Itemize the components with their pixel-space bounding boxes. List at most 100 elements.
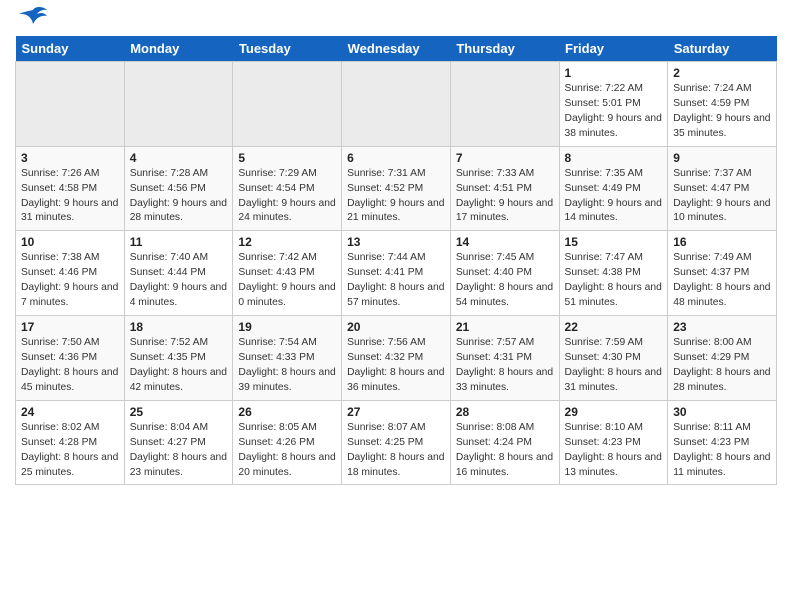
calendar-week-2: 10 Sunrise: 7:38 AM Sunset: 4:46 PM Dayli… [16,231,777,316]
calendar-cell: 22Sunrise: 7:59 AM Sunset: 4:30 PM Dayli… [559,316,668,401]
day-info: Sunrise: 7:31 AM Sunset: 4:52 PM Dayligh… [347,167,445,227]
calendar-cell: 15 Sunrise: 7:47 AM Sunset: 4:38 PM Dayli… [559,231,668,316]
calendar-cell [450,62,559,147]
calendar-cell: 3 Sunrise: 7:26 AM Sunset: 4:58 PM Daylig… [16,146,125,231]
day-number: 18 [130,320,228,334]
day-number: 6 [347,151,445,165]
day-number: 1 [565,66,663,80]
day-number: 30 [673,405,771,419]
calendar-cell: 11Sunrise: 7:40 AM Sunset: 4:44 PM Dayli… [124,231,233,316]
day-number: 12 [238,235,336,249]
day-number: 3 [21,151,119,165]
calendar-cell: 9 Sunrise: 7:37 AM Sunset: 4:47 PM Daylig… [668,146,777,231]
calendar-cell: 14 Sunrise: 7:45 AM Sunset: 4:40 PM Dayli… [450,231,559,316]
day-info: Sunrise: 7:59 AM Sunset: 4:30 PM Dayligh… [565,336,663,396]
day-number: 20 [347,320,445,334]
day-number: 11 [130,235,228,249]
calendar-cell: 19 Sunrise: 7:54 AM Sunset: 4:33 PM Dayli… [233,316,342,401]
weekday-header-tuesday: Tuesday [233,36,342,62]
calendar-week-1: 3 Sunrise: 7:26 AM Sunset: 4:58 PM Daylig… [16,146,777,231]
day-info: Sunrise: 7:35 AM Sunset: 4:49 PM Dayligh… [565,167,663,227]
day-number: 13 [347,235,445,249]
calendar-cell: 8 Sunrise: 7:35 AM Sunset: 4:49 PM Daylig… [559,146,668,231]
weekday-header-friday: Friday [559,36,668,62]
day-number: 21 [456,320,554,334]
day-info: Sunrise: 7:29 AM Sunset: 4:54 PM Dayligh… [238,167,336,227]
day-number: 23 [673,320,771,334]
calendar-cell: 30 Sunrise: 8:11 AM Sunset: 4:23 PM Dayli… [668,400,777,485]
day-number: 16 [673,235,771,249]
day-number: 4 [130,151,228,165]
day-number: 14 [456,235,554,249]
calendar-cell: 18 Sunrise: 7:52 AM Sunset: 4:35 PM Dayli… [124,316,233,401]
calendar-cell: 27 Sunrise: 8:07 AM Sunset: 4:25 PM Dayli… [342,400,451,485]
logo [15,10,47,28]
calendar-cell [124,62,233,147]
calendar-body: 1 Sunrise: 7:22 AM Sunset: 5:01 PM Daylig… [16,62,777,485]
calendar-cell: 10 Sunrise: 7:38 AM Sunset: 4:46 PM Dayli… [16,231,125,316]
calendar-cell: 24Sunrise: 8:02 AM Sunset: 4:28 PM Dayli… [16,400,125,485]
calendar-table: SundayMondayTuesdayWednesdayThursdayFrid… [15,36,777,485]
day-number: 7 [456,151,554,165]
calendar-cell [342,62,451,147]
calendar-cell: 5 Sunrise: 7:29 AM Sunset: 4:54 PM Daylig… [233,146,342,231]
day-number: 2 [673,66,771,80]
day-info: Sunrise: 7:52 AM Sunset: 4:35 PM Dayligh… [130,336,228,396]
calendar-cell: 29 Sunrise: 8:10 AM Sunset: 4:23 PM Dayli… [559,400,668,485]
day-info: Sunrise: 7:57 AM Sunset: 4:31 PM Dayligh… [456,336,554,396]
day-number: 19 [238,320,336,334]
day-number: 27 [347,405,445,419]
day-info: Sunrise: 8:10 AM Sunset: 4:23 PM Dayligh… [565,421,663,481]
header [15,10,777,28]
day-info: Sunrise: 8:05 AM Sunset: 4:26 PM Dayligh… [238,421,336,481]
day-info: Sunrise: 7:50 AM Sunset: 4:36 PM Dayligh… [21,336,119,396]
weekday-header-sunday: Sunday [16,36,125,62]
calendar-cell: 28Sunrise: 8:08 AM Sunset: 4:24 PM Dayli… [450,400,559,485]
day-info: Sunrise: 8:07 AM Sunset: 4:25 PM Dayligh… [347,421,445,481]
calendar-week-0: 1 Sunrise: 7:22 AM Sunset: 5:01 PM Daylig… [16,62,777,147]
weekday-header-wednesday: Wednesday [342,36,451,62]
calendar-cell: 4 Sunrise: 7:28 AM Sunset: 4:56 PM Daylig… [124,146,233,231]
calendar-cell: 1 Sunrise: 7:22 AM Sunset: 5:01 PM Daylig… [559,62,668,147]
day-number: 17 [21,320,119,334]
day-number: 26 [238,405,336,419]
day-info: Sunrise: 7:26 AM Sunset: 4:58 PM Dayligh… [21,167,119,227]
day-info: Sunrise: 8:00 AM Sunset: 4:29 PM Dayligh… [673,336,771,396]
day-number: 9 [673,151,771,165]
calendar-week-3: 17 Sunrise: 7:50 AM Sunset: 4:36 PM Dayli… [16,316,777,401]
day-info: Sunrise: 7:33 AM Sunset: 4:51 PM Dayligh… [456,167,554,227]
calendar-cell: 13 Sunrise: 7:44 AM Sunset: 4:41 PM Dayli… [342,231,451,316]
day-info: Sunrise: 7:38 AM Sunset: 4:46 PM Dayligh… [21,251,119,311]
day-info: Sunrise: 7:42 AM Sunset: 4:43 PM Dayligh… [238,251,336,311]
calendar-cell: 12 Sunrise: 7:42 AM Sunset: 4:43 PM Dayli… [233,231,342,316]
day-number: 29 [565,405,663,419]
day-info: Sunrise: 7:49 AM Sunset: 4:37 PM Dayligh… [673,251,771,311]
calendar-cell: 21 Sunrise: 7:57 AM Sunset: 4:31 PM Dayli… [450,316,559,401]
day-info: Sunrise: 7:54 AM Sunset: 4:33 PM Dayligh… [238,336,336,396]
calendar-cell: 2Sunrise: 7:24 AM Sunset: 4:59 PM Daylig… [668,62,777,147]
day-number: 5 [238,151,336,165]
day-info: Sunrise: 7:37 AM Sunset: 4:47 PM Dayligh… [673,167,771,227]
day-info: Sunrise: 7:44 AM Sunset: 4:41 PM Dayligh… [347,251,445,311]
weekday-header-thursday: Thursday [450,36,559,62]
day-number: 10 [21,235,119,249]
day-info: Sunrise: 7:45 AM Sunset: 4:40 PM Dayligh… [456,251,554,311]
calendar-cell: 17 Sunrise: 7:50 AM Sunset: 4:36 PM Dayli… [16,316,125,401]
day-info: Sunrise: 8:11 AM Sunset: 4:23 PM Dayligh… [673,421,771,481]
weekday-header-monday: Monday [124,36,233,62]
calendar-week-4: 24Sunrise: 8:02 AM Sunset: 4:28 PM Dayli… [16,400,777,485]
calendar-cell: 25Sunrise: 8:04 AM Sunset: 4:27 PM Dayli… [124,400,233,485]
weekday-header-row: SundayMondayTuesdayWednesdayThursdayFrid… [16,36,777,62]
calendar-cell: 6 Sunrise: 7:31 AM Sunset: 4:52 PM Daylig… [342,146,451,231]
calendar-cell [233,62,342,147]
day-info: Sunrise: 7:22 AM Sunset: 5:01 PM Dayligh… [565,82,663,142]
day-number: 8 [565,151,663,165]
day-number: 25 [130,405,228,419]
day-info: Sunrise: 7:47 AM Sunset: 4:38 PM Dayligh… [565,251,663,311]
day-info: Sunrise: 7:28 AM Sunset: 4:56 PM Dayligh… [130,167,228,227]
day-number: 15 [565,235,663,249]
calendar-cell [16,62,125,147]
calendar-cell: 26 Sunrise: 8:05 AM Sunset: 4:26 PM Dayli… [233,400,342,485]
calendar-cell: 16 Sunrise: 7:49 AM Sunset: 4:37 PM Dayli… [668,231,777,316]
day-info: Sunrise: 8:08 AM Sunset: 4:24 PM Dayligh… [456,421,554,481]
